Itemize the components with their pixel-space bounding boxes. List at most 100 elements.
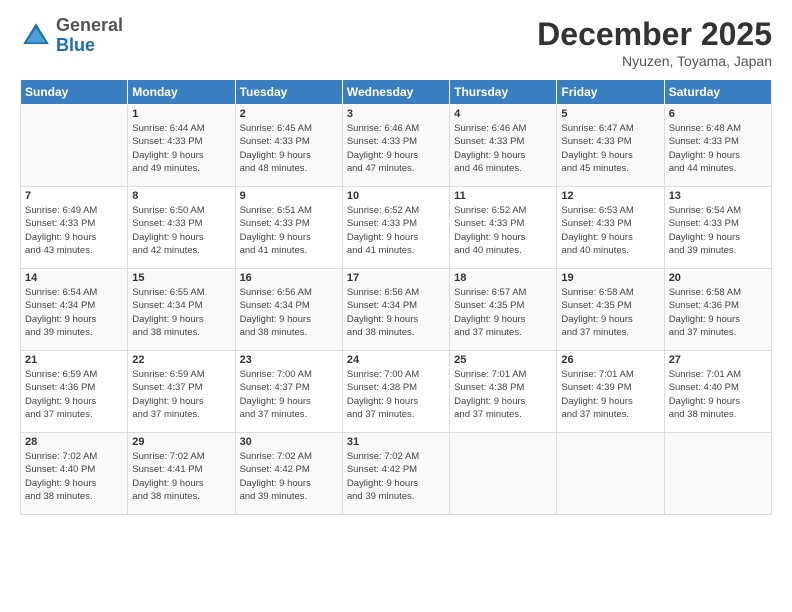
day-number: 20	[669, 272, 767, 284]
location: Nyuzen, Toyama, Japan	[537, 53, 772, 69]
header-day-tuesday: Tuesday	[235, 80, 342, 105]
calendar-cell: 8Sunrise: 6:50 AM Sunset: 4:33 PM Daylig…	[128, 187, 235, 269]
logo: General Blue	[20, 16, 123, 56]
day-info: Sunrise: 7:02 AM Sunset: 4:40 PM Dayligh…	[25, 450, 123, 503]
day-number: 5	[561, 108, 659, 120]
calendar-cell: 2 Sunrise: 6:45 AM Sunset: 4:33 PM Daylig…	[235, 105, 342, 187]
calendar-cell: 29 Sunrise: 7:02 AM Sunset: 4:41 PM Dayli…	[128, 433, 235, 515]
day-number: 18	[454, 272, 552, 284]
calendar-cell	[664, 433, 771, 515]
calendar-cell: 16 Sunrise: 6:56 AM Sunset: 4:34 PM Dayli…	[235, 269, 342, 351]
day-info: Sunrise: 7:02 AM Sunset: 4:41 PM Dayligh…	[132, 450, 230, 503]
calendar-cell: 15 Sunrise: 6:55 AM Sunset: 4:34 PM Dayli…	[128, 269, 235, 351]
day-number: 26	[561, 354, 659, 366]
day-number: 19	[561, 272, 659, 284]
calendar-cell: 13Sunrise: 6:54 AM Sunset: 4:33 PM Dayli…	[664, 187, 771, 269]
day-info: Sunrise: 6:48 AM Sunset: 4:33 PM Dayligh…	[669, 122, 767, 175]
day-number: 13	[669, 190, 767, 202]
header: General Blue December 2025 Nyuzen, Toyam…	[20, 16, 772, 69]
day-info: Sunrise: 6:45 AM Sunset: 4:33 PM Dayligh…	[240, 122, 338, 175]
day-info: Sunrise: 6:55 AM Sunset: 4:34 PM Dayligh…	[132, 286, 230, 339]
day-info: Sunrise: 6:57 AM Sunset: 4:35 PM Dayligh…	[454, 286, 552, 339]
day-info: Sunrise: 6:52 AM Sunset: 4:33 PM Dayligh…	[347, 204, 445, 257]
calendar-cell: 18 Sunrise: 6:57 AM Sunset: 4:35 PM Dayli…	[450, 269, 557, 351]
day-info: Sunrise: 6:56 AM Sunset: 4:34 PM Dayligh…	[240, 286, 338, 339]
day-info: Sunrise: 6:53 AM Sunset: 4:33 PM Dayligh…	[561, 204, 659, 257]
day-info: Sunrise: 6:52 AM Sunset: 4:33 PM Dayligh…	[454, 204, 552, 257]
calendar-cell: 10 Sunrise: 6:52 AM Sunset: 4:33 PM Dayli…	[342, 187, 449, 269]
day-number: 14	[25, 272, 123, 284]
calendar-cell	[557, 433, 664, 515]
calendar-cell: 6 Sunrise: 6:48 AM Sunset: 4:33 PM Daylig…	[664, 105, 771, 187]
calendar-table: SundayMondayTuesdayWednesdayThursdayFrid…	[20, 79, 772, 515]
day-number: 11	[454, 190, 552, 202]
header-day-friday: Friday	[557, 80, 664, 105]
day-number: 25	[454, 354, 552, 366]
day-info: Sunrise: 6:56 AM Sunset: 4:34 PM Dayligh…	[347, 286, 445, 339]
calendar-cell: 25Sunrise: 7:01 AM Sunset: 4:38 PM Dayli…	[450, 351, 557, 433]
day-number: 16	[240, 272, 338, 284]
calendar-cell	[21, 105, 128, 187]
day-info: Sunrise: 6:49 AM Sunset: 4:33 PM Dayligh…	[25, 204, 123, 257]
day-info: Sunrise: 6:59 AM Sunset: 4:36 PM Dayligh…	[25, 368, 123, 421]
day-number: 3	[347, 108, 445, 120]
calendar-cell: 14Sunrise: 6:54 AM Sunset: 4:34 PM Dayli…	[21, 269, 128, 351]
header-day-saturday: Saturday	[664, 80, 771, 105]
day-number: 29	[132, 436, 230, 448]
logo-text: General Blue	[56, 16, 123, 56]
day-info: Sunrise: 6:59 AM Sunset: 4:37 PM Dayligh…	[132, 368, 230, 421]
week-row-3: 14Sunrise: 6:54 AM Sunset: 4:34 PM Dayli…	[21, 269, 772, 351]
day-number: 22	[132, 354, 230, 366]
day-info: Sunrise: 6:51 AM Sunset: 4:33 PM Dayligh…	[240, 204, 338, 257]
week-row-5: 28 Sunrise: 7:02 AM Sunset: 4:40 PM Dayli…	[21, 433, 772, 515]
calendar-cell: 28 Sunrise: 7:02 AM Sunset: 4:40 PM Dayli…	[21, 433, 128, 515]
logo-blue: Blue	[56, 36, 123, 56]
calendar-cell: 23Sunrise: 7:00 AM Sunset: 4:37 PM Dayli…	[235, 351, 342, 433]
calendar-cell	[450, 433, 557, 515]
calendar-cell: 9 Sunrise: 6:51 AM Sunset: 4:33 PM Daylig…	[235, 187, 342, 269]
day-info: Sunrise: 6:58 AM Sunset: 4:35 PM Dayligh…	[561, 286, 659, 339]
day-info: Sunrise: 7:01 AM Sunset: 4:39 PM Dayligh…	[561, 368, 659, 421]
day-number: 31	[347, 436, 445, 448]
header-day-sunday: Sunday	[21, 80, 128, 105]
day-info: Sunrise: 6:46 AM Sunset: 4:33 PM Dayligh…	[454, 122, 552, 175]
day-info: Sunrise: 7:01 AM Sunset: 4:40 PM Dayligh…	[669, 368, 767, 421]
day-info: Sunrise: 7:02 AM Sunset: 4:42 PM Dayligh…	[347, 450, 445, 503]
week-row-1: 1Sunrise: 6:44 AM Sunset: 4:33 PM Daylig…	[21, 105, 772, 187]
header-day-thursday: Thursday	[450, 80, 557, 105]
day-info: Sunrise: 6:47 AM Sunset: 4:33 PM Dayligh…	[561, 122, 659, 175]
calendar-cell: 5 Sunrise: 6:47 AM Sunset: 4:33 PM Daylig…	[557, 105, 664, 187]
day-info: Sunrise: 6:58 AM Sunset: 4:36 PM Dayligh…	[669, 286, 767, 339]
calendar-cell: 22 Sunrise: 6:59 AM Sunset: 4:37 PM Dayli…	[128, 351, 235, 433]
header-day-monday: Monday	[128, 80, 235, 105]
calendar-cell: 4 Sunrise: 6:46 AM Sunset: 4:33 PM Daylig…	[450, 105, 557, 187]
day-number: 6	[669, 108, 767, 120]
page: General Blue December 2025 Nyuzen, Toyam…	[0, 0, 792, 612]
day-number: 17	[347, 272, 445, 284]
calendar-cell: 7 Sunrise: 6:49 AM Sunset: 4:33 PM Daylig…	[21, 187, 128, 269]
day-number: 21	[25, 354, 123, 366]
calendar-cell: 30Sunrise: 7:02 AM Sunset: 4:42 PM Dayli…	[235, 433, 342, 515]
month-title: December 2025	[537, 16, 772, 53]
calendar-cell: 1Sunrise: 6:44 AM Sunset: 4:33 PM Daylig…	[128, 105, 235, 187]
calendar-cell: 17 Sunrise: 6:56 AM Sunset: 4:34 PM Dayli…	[342, 269, 449, 351]
calendar-cell: 27 Sunrise: 7:01 AM Sunset: 4:40 PM Dayli…	[664, 351, 771, 433]
day-number: 7	[25, 190, 123, 202]
calendar-cell: 31 Sunrise: 7:02 AM Sunset: 4:42 PM Dayli…	[342, 433, 449, 515]
calendar-cell: 3 Sunrise: 6:46 AM Sunset: 4:33 PM Daylig…	[342, 105, 449, 187]
calendar-header: SundayMondayTuesdayWednesdayThursdayFrid…	[21, 80, 772, 105]
logo-general: General	[56, 16, 123, 36]
day-number: 9	[240, 190, 338, 202]
calendar-cell: 12 Sunrise: 6:53 AM Sunset: 4:33 PM Dayli…	[557, 187, 664, 269]
day-number: 28	[25, 436, 123, 448]
day-info: Sunrise: 6:46 AM Sunset: 4:33 PM Dayligh…	[347, 122, 445, 175]
day-number: 8	[132, 190, 230, 202]
day-number: 10	[347, 190, 445, 202]
day-number: 4	[454, 108, 552, 120]
day-number: 2	[240, 108, 338, 120]
week-row-2: 7 Sunrise: 6:49 AM Sunset: 4:33 PM Daylig…	[21, 187, 772, 269]
day-number: 12	[561, 190, 659, 202]
calendar-cell: 26 Sunrise: 7:01 AM Sunset: 4:39 PM Dayli…	[557, 351, 664, 433]
day-number: 27	[669, 354, 767, 366]
day-number: 15	[132, 272, 230, 284]
